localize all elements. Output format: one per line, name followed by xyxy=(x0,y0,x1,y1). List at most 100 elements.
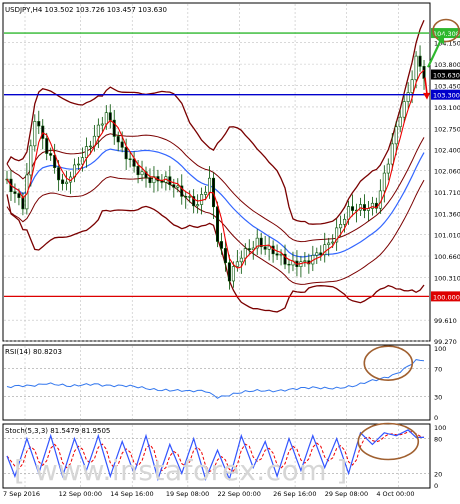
stoch-tick-label: 20 xyxy=(434,470,442,478)
candle-body xyxy=(219,241,223,249)
candle-body xyxy=(279,253,283,256)
candle-body xyxy=(418,55,422,67)
candle-body xyxy=(49,153,53,156)
chart-root: 104.150 103.800 103.450 103.100 102.750 102.4… xyxy=(0,0,460,500)
candle-body xyxy=(347,206,351,220)
candle-body xyxy=(65,181,69,184)
price-tick-label: 100.310 xyxy=(434,274,460,282)
price-tick-label: 103.100 xyxy=(434,104,460,112)
candle-body xyxy=(422,66,426,79)
candle-body xyxy=(80,157,84,165)
candle-body xyxy=(406,92,410,102)
price-tag-label: 100.000 xyxy=(433,293,460,301)
candle-body xyxy=(390,143,394,165)
candle-body xyxy=(216,206,220,242)
rsi-tick-label: 0 xyxy=(434,414,438,422)
candle-body xyxy=(331,241,335,244)
price-tick-label: 103.800 xyxy=(434,61,460,69)
candle-body xyxy=(57,167,61,181)
candle-body xyxy=(124,147,128,160)
candle-body xyxy=(33,121,37,147)
price-tick-label: 100.660 xyxy=(434,253,460,261)
candle-body xyxy=(235,261,239,267)
x-axis-label: 7 Sep 2016 xyxy=(3,490,40,498)
x-axis-label: 29 Sep 08:00 xyxy=(325,490,368,498)
candle-body xyxy=(21,197,25,210)
candle-body xyxy=(247,248,251,251)
price-tick-label: 102.750 xyxy=(434,125,460,133)
stoch-label: Stoch(5,3,3) 81.5479 81.9505 xyxy=(5,427,110,435)
candle-body xyxy=(160,180,164,183)
candle-body xyxy=(13,191,17,194)
candle-body xyxy=(370,202,374,209)
candle-body xyxy=(303,260,307,262)
candle-body xyxy=(184,196,188,198)
price-tick-label: 99.610 xyxy=(434,317,457,325)
stoch-tick-label: 0 xyxy=(434,482,438,490)
candle-body xyxy=(239,257,243,263)
x-axis-label: 4 Oct 00:00 xyxy=(376,490,414,498)
candle-body xyxy=(362,204,366,211)
candle-body xyxy=(263,246,267,250)
x-axis-label: 22 Sep 00:00 xyxy=(217,490,260,498)
candle-body xyxy=(200,194,204,205)
candle-body xyxy=(17,193,21,198)
candle-body xyxy=(140,171,144,176)
price-tick-label: 102.400 xyxy=(434,147,460,155)
price-tick-label: 101.710 xyxy=(434,189,460,197)
candle-body xyxy=(96,124,100,137)
chart-header: USDJPY,H4 103.502 103.726 103.457 103.63… xyxy=(5,6,167,14)
candle-body xyxy=(120,141,124,148)
price-tick-label: 102.060 xyxy=(434,167,460,175)
candle-body xyxy=(398,116,402,128)
price-tick-label: 101.010 xyxy=(434,232,460,240)
candle-body xyxy=(315,252,319,256)
candle-body xyxy=(148,177,152,184)
candle-body xyxy=(176,185,180,188)
candle-body xyxy=(231,266,235,282)
x-axis-label: 14 Sep 16:00 xyxy=(110,490,153,498)
rsi-label: RSI(14) 80.8203 xyxy=(5,348,62,356)
candle-body xyxy=(382,172,386,192)
candle-body xyxy=(343,218,347,225)
candle-body xyxy=(104,112,108,125)
candle-body xyxy=(351,206,355,211)
candle-body xyxy=(414,55,418,81)
candle-body xyxy=(339,224,343,229)
candle-body xyxy=(386,163,390,174)
candle-body xyxy=(410,79,414,93)
candle-body xyxy=(88,145,92,148)
candle-body xyxy=(45,138,49,154)
candle-body xyxy=(116,136,120,143)
candle-body xyxy=(108,112,112,121)
stoch-tick-label: 80 xyxy=(434,436,442,444)
candle-body xyxy=(188,196,192,198)
candle-body xyxy=(61,179,65,184)
price-tick-label: 103.450 xyxy=(434,83,460,91)
candle-body xyxy=(227,262,231,282)
candle-body xyxy=(394,126,398,145)
candle-body xyxy=(243,248,247,259)
x-axis-label: 12 Sep 00:00 xyxy=(59,490,102,498)
candle-body xyxy=(319,252,323,255)
candle-body xyxy=(327,242,331,245)
candle-body xyxy=(287,263,291,266)
candle-body xyxy=(128,158,132,160)
panel-frame-0 xyxy=(2,2,431,342)
candle-body xyxy=(41,125,45,139)
price-tag-label: 103.300 xyxy=(433,92,460,100)
x-axis-label: 26 Sep 16:00 xyxy=(273,490,316,498)
candle-body xyxy=(29,145,33,176)
candle-body xyxy=(84,146,88,158)
rsi-tick-label: 100 xyxy=(434,345,446,353)
candle-body xyxy=(37,121,41,127)
candle-body xyxy=(208,177,212,193)
x-axis-label: 19 Sep 08:00 xyxy=(166,490,209,498)
candle-body xyxy=(275,253,279,256)
candle-body xyxy=(100,123,104,126)
candle-body xyxy=(76,163,80,166)
stoch-tick-label: 100 xyxy=(434,424,446,432)
candle-body xyxy=(223,248,227,263)
candle-body xyxy=(204,191,208,195)
rsi-tick-label: 70 xyxy=(434,366,442,374)
